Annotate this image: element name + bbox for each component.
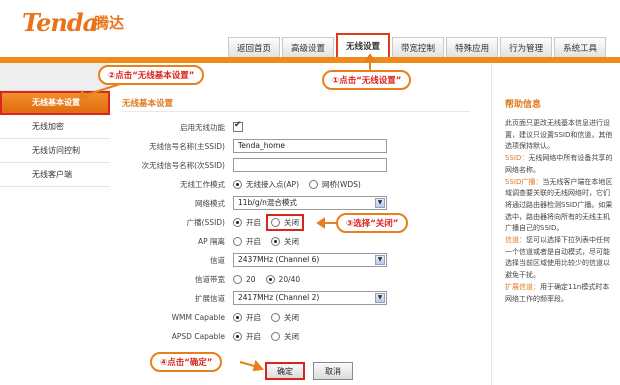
callout-step-1: ①点击“无线设置”: [322, 70, 412, 90]
callout-step-2: ②点击“无线基本设置”: [98, 65, 205, 85]
callout-arrows: [78, 53, 376, 372]
arrow-2: [85, 83, 121, 96]
arrow-3-head: [316, 217, 325, 229]
callout-step-4: ④点击“确定”: [150, 352, 223, 372]
callout-step-3: ③选择“关闭”: [336, 213, 409, 233]
arrow-1-head: [364, 53, 376, 62]
arrow-4-head: [252, 359, 264, 372]
